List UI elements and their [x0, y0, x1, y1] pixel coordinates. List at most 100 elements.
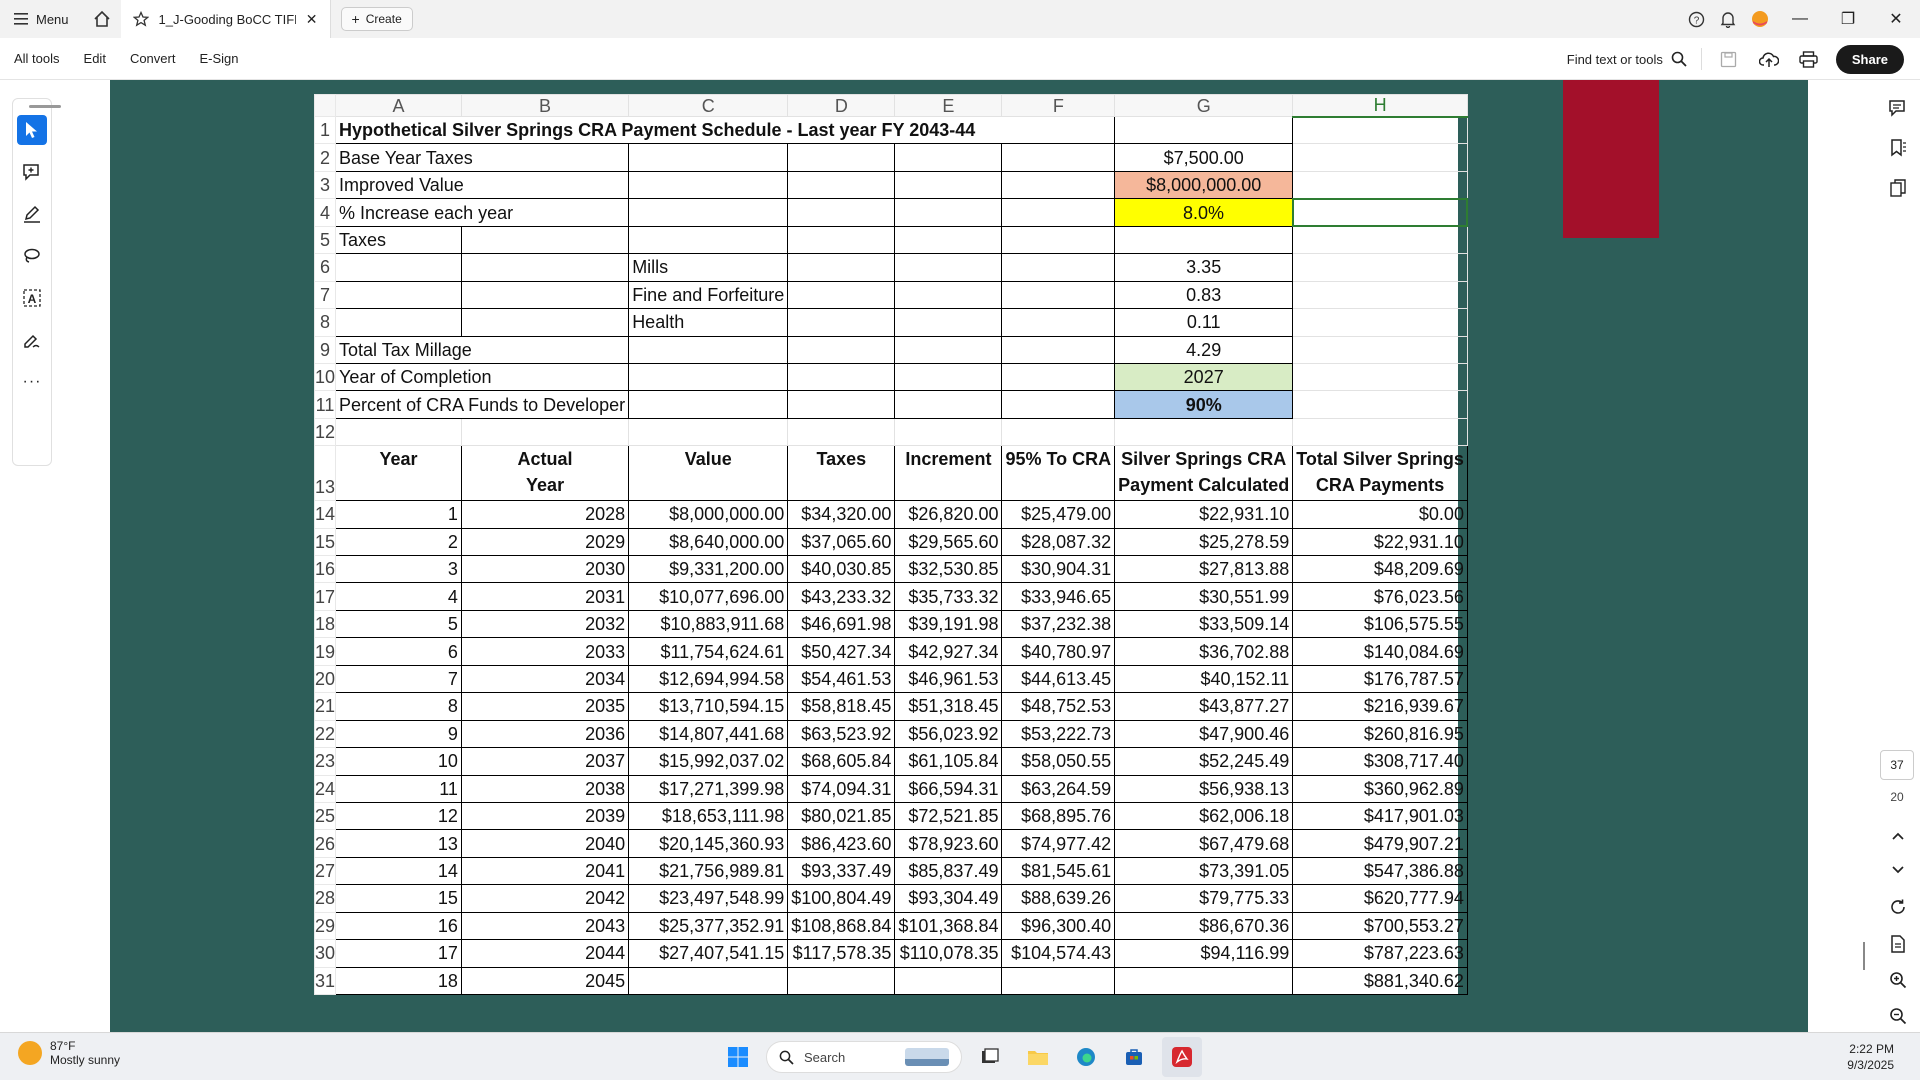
row-number[interactable]: 17 [313, 582, 337, 611]
table-cell[interactable]: $23,497,548.99 [628, 884, 789, 913]
help-icon[interactable]: ? [1680, 0, 1712, 38]
table-cell[interactable]: 2037 [460, 747, 630, 776]
table-cell[interactable]: $74,094.31 [787, 774, 896, 803]
param-label[interactable]: Year of Completion [335, 362, 630, 392]
table-cell[interactable]: $104,574.43 [1001, 939, 1116, 968]
table-cell[interactable]: 2034 [460, 664, 630, 694]
table-cell[interactable]: $308,717.40 [1292, 747, 1468, 776]
cell[interactable] [1001, 170, 1116, 200]
table-cell[interactable]: $66,594.31 [894, 774, 1003, 803]
param-value[interactable] [1114, 225, 1294, 255]
table-cell[interactable]: $36,702.88 [1114, 637, 1294, 666]
table-cell[interactable]: $100,804.49 [787, 884, 896, 913]
find-text-button[interactable]: Find text or tools [1567, 51, 1687, 67]
table-cell[interactable]: $30,904.31 [1001, 555, 1116, 584]
table-cell[interactable]: 17 [335, 939, 462, 968]
next-page-icon[interactable] [1886, 858, 1910, 882]
header-year[interactable]: Year [335, 445, 462, 502]
acrobat-icon[interactable] [1162, 1037, 1202, 1077]
cell[interactable] [628, 198, 789, 227]
param-value[interactable]: 0.83 [1114, 280, 1294, 310]
cell[interactable] [335, 280, 462, 310]
table-cell[interactable]: $29,565.60 [894, 527, 1003, 557]
table-cell[interactable]: $44,613.45 [1001, 664, 1116, 694]
param-value[interactable]: $7,500.00 [1114, 143, 1294, 172]
table-cell[interactable]: $40,780.97 [1001, 637, 1116, 666]
table-cell[interactable]: $20,145,360.93 [628, 829, 789, 858]
table-cell[interactable]: $10,077,696.00 [628, 582, 789, 611]
bookmarks-icon[interactable] [1886, 136, 1910, 160]
weather-widget[interactable]: 87°F Mostly sunny [18, 1039, 120, 1067]
draw-tool[interactable] [17, 241, 47, 271]
table-cell[interactable]: 2039 [460, 801, 630, 831]
table-cell[interactable]: $79,775.33 [1114, 884, 1294, 913]
table-cell[interactable]: $117,578.35 [787, 939, 896, 968]
param-label[interactable]: Total Tax Millage [335, 335, 630, 364]
param-label[interactable]: Percent of CRA Funds to Developer [335, 390, 630, 419]
cell[interactable] [1001, 335, 1116, 364]
selected-cell-h4[interactable] [1291, 197, 1469, 228]
notifications-icon[interactable] [1712, 0, 1744, 38]
close-window-button[interactable]: ✕ [1872, 0, 1920, 38]
cell[interactable] [787, 253, 896, 282]
row-number[interactable]: 23 [313, 747, 337, 776]
param-label[interactable]: Improved Value [335, 170, 630, 200]
text-recognition-tool[interactable]: A [17, 283, 47, 313]
table-cell[interactable]: 18 [335, 966, 462, 996]
table-cell[interactable]: $22,931.10 [1292, 527, 1468, 557]
page-display-icon[interactable] [1886, 932, 1910, 956]
table-cell[interactable]: $28,087.32 [1001, 527, 1116, 557]
table-cell[interactable]: 16 [335, 911, 462, 941]
table-cell[interactable]: $58,050.55 [1001, 747, 1116, 776]
table-cell[interactable]: $8,640,000.00 [628, 527, 789, 557]
cell[interactable] [787, 308, 896, 337]
header-actual-year[interactable]: Actual Year [460, 445, 630, 502]
cell[interactable] [894, 390, 1003, 419]
store-icon[interactable] [1114, 1037, 1154, 1077]
table-cell[interactable]: $40,152.11 [1114, 664, 1294, 694]
table-cell[interactable]: $360,962.89 [1292, 774, 1468, 803]
header-to-cra[interactable]: 95% To CRA [1001, 445, 1116, 502]
edge-browser-icon[interactable] [1066, 1037, 1106, 1077]
table-cell[interactable]: $0.00 [1292, 500, 1468, 529]
param-value[interactable]: 0.11 [1114, 308, 1294, 337]
cell[interactable] [894, 308, 1003, 337]
cell[interactable] [1001, 362, 1116, 392]
cell[interactable] [787, 198, 896, 227]
table-cell[interactable] [628, 966, 789, 996]
table-cell[interactable]: $94,116.99 [1114, 939, 1294, 968]
select-tool[interactable] [17, 115, 47, 145]
cell[interactable] [628, 390, 789, 419]
row-number[interactable]: 8 [313, 308, 337, 337]
table-cell[interactable]: $80,021.85 [787, 801, 896, 831]
table-cell[interactable]: $67,479.68 [1114, 829, 1294, 858]
taskbar-search[interactable]: Search [766, 1041, 962, 1073]
column-header-c[interactable]: C [628, 94, 789, 117]
cell[interactable] [1001, 143, 1116, 172]
table-cell[interactable]: $22,931.10 [1114, 500, 1294, 529]
table-cell[interactable]: $52,245.49 [1114, 747, 1294, 776]
cell[interactable] [1114, 115, 1294, 145]
cell[interactable] [1292, 335, 1468, 364]
table-cell[interactable]: $48,209.69 [1292, 555, 1468, 584]
param-value[interactable]: 2027 [1114, 362, 1294, 392]
cell[interactable] [787, 362, 896, 392]
table-cell[interactable]: 13 [335, 829, 462, 858]
cell[interactable] [1001, 225, 1116, 255]
cell[interactable] [1001, 417, 1116, 447]
table-cell[interactable]: 2032 [460, 609, 630, 639]
param-label[interactable]: % Increase each year [335, 198, 630, 227]
document-view[interactable]: A B C D E F G H 1 Hypothetical Silver Springs CRA… [110, 80, 1808, 1032]
table-cell[interactable]: $78,923.60 [894, 829, 1003, 858]
column-header-h[interactable]: H [1292, 94, 1468, 118]
table-cell[interactable]: $81,545.61 [1001, 856, 1116, 886]
table-cell[interactable]: $96,300.40 [1001, 911, 1116, 941]
cell[interactable] [1001, 198, 1116, 227]
cell[interactable] [1001, 308, 1116, 337]
cell[interactable] [335, 417, 462, 447]
table-cell[interactable]: 2031 [460, 582, 630, 611]
table-cell[interactable]: $62,006.18 [1114, 801, 1294, 831]
table-cell[interactable]: $26,820.00 [894, 500, 1003, 529]
cell[interactable] [894, 198, 1003, 227]
table-cell[interactable]: $479,907.21 [1292, 829, 1468, 858]
